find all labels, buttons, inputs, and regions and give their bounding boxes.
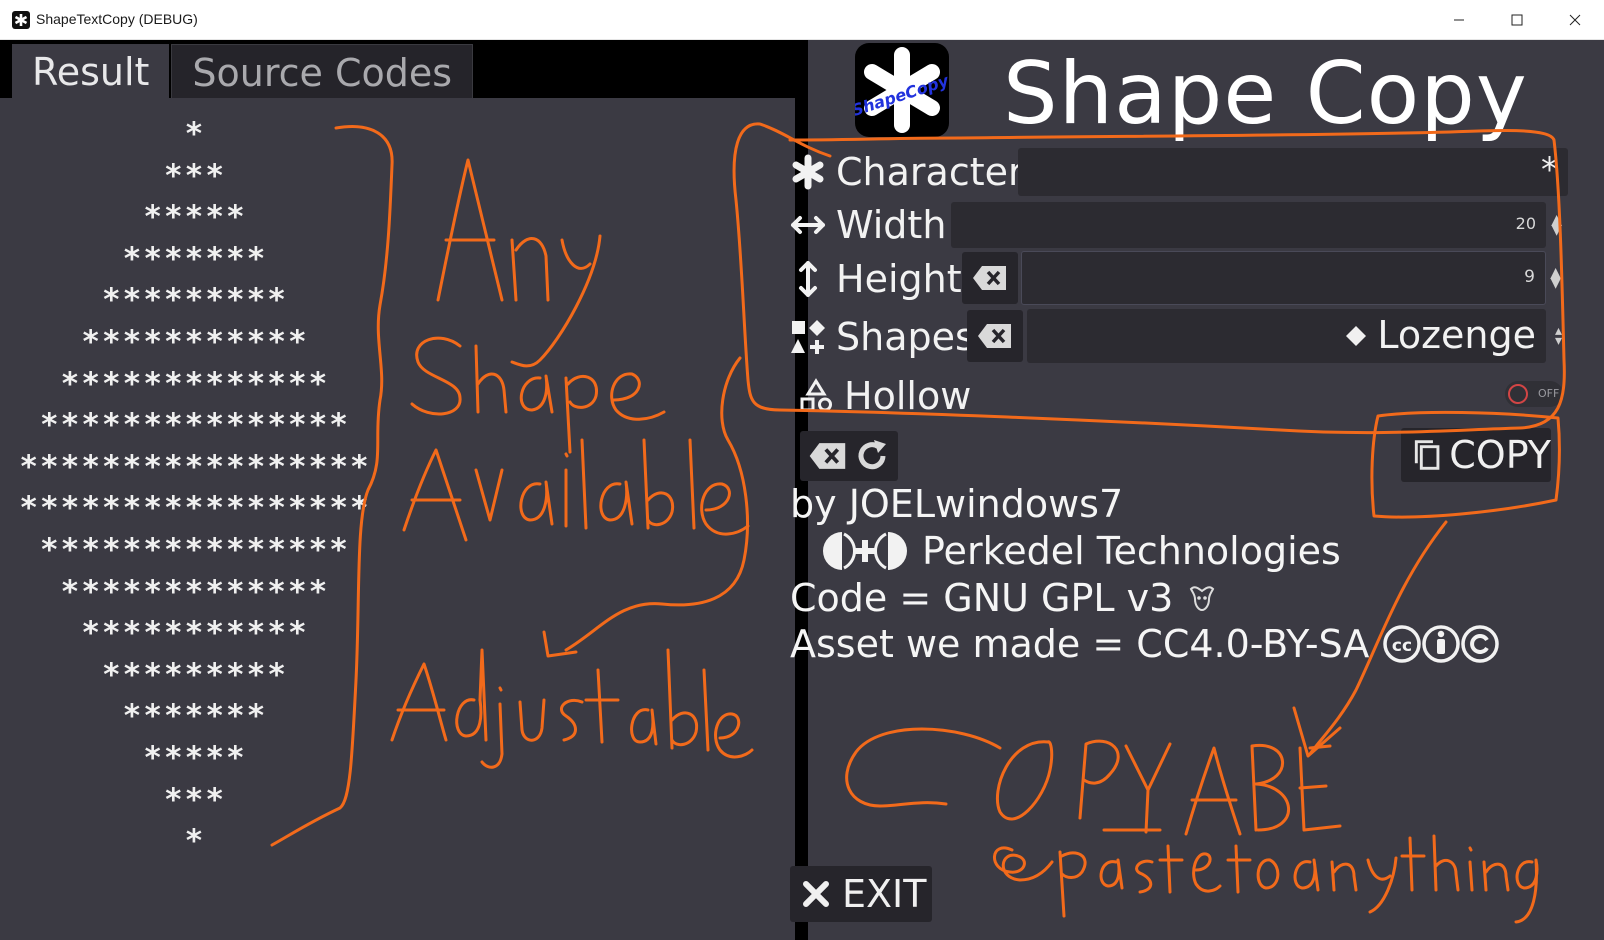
tab-bar: Result Source Codes — [12, 44, 474, 100]
height-value: 9 — [1524, 267, 1535, 287]
shapes-selected-value: Lozenge — [1377, 313, 1536, 357]
window-title: ShapeTextCopy (DEBUG) — [36, 11, 198, 27]
character-label: Character — [790, 150, 1024, 194]
height-label: Height — [790, 257, 962, 301]
height-arrows-icon — [799, 261, 817, 297]
hollow-label: Hollow — [798, 374, 971, 418]
exit-button[interactable]: EXIT — [790, 866, 932, 922]
shapes-label-text: Shapes — [836, 315, 975, 359]
dropdown-arrows-icon: ▴ ▾ — [1554, 323, 1562, 349]
exit-button-label: EXIT — [842, 872, 927, 916]
company-text: Perkedel Technologies — [922, 529, 1341, 573]
backspace-icon — [978, 324, 1011, 348]
asset-license-text: Asset we made = CC4.0-BY-SA — [790, 622, 1370, 666]
author-credit: by JOELwindows7 — [790, 482, 1123, 526]
refresh-icon — [858, 440, 886, 470]
minimize-button[interactable] — [1430, 0, 1488, 40]
copy-button[interactable]: COPY — [1401, 428, 1551, 482]
close-button[interactable] — [1546, 0, 1604, 40]
app-logo: ShapeCopy — [855, 43, 949, 137]
character-label-text: Character — [836, 150, 1024, 194]
code-license: Code = GNU GPL v3 — [790, 576, 1217, 620]
close-icon — [1569, 14, 1581, 26]
width-spinner-icon[interactable]: ▲ ▼ — [1551, 213, 1562, 237]
width-label: Width — [790, 203, 946, 247]
perkedel-logo-icon — [823, 532, 907, 570]
app-title: Shape Copy — [1003, 44, 1528, 144]
height-label-text: Height — [836, 257, 962, 301]
cc-by-sa-icons: cc — [1383, 625, 1500, 663]
height-spinbox[interactable]: 9 ▲ ▼ — [1021, 251, 1561, 305]
asterisk-icon — [792, 154, 824, 190]
svg-text:cc: cc — [1392, 636, 1412, 656]
tab-source-codes[interactable]: Source Codes — [171, 44, 474, 100]
company-credit: Perkedel Technologies — [822, 529, 1341, 573]
width-value: 20 — [1515, 214, 1536, 233]
hollow-label-text: Hollow — [844, 374, 972, 418]
shape-output-text[interactable]: * *** ***** ******* ********* **********… — [0, 114, 390, 863]
copy-button-label: COPY — [1449, 433, 1551, 477]
backspace-icon — [809, 443, 846, 469]
width-arrows-icon — [791, 216, 825, 234]
asset-license: Asset we made = CC4.0-BY-SA cc — [790, 622, 1501, 666]
author-text: by JOELwindows7 — [790, 482, 1124, 526]
shapes-dropdown[interactable]: Lozenge ▴ ▾ — [1027, 309, 1562, 363]
gnu-logo-icon — [1190, 586, 1215, 612]
toggle-knob — [1508, 384, 1528, 404]
tab-result[interactable]: Result — [12, 44, 170, 100]
control-panel: ShapeCopy Shape Copy Character * Width 2… — [790, 40, 1604, 940]
toggle-state: OFF — [1538, 387, 1560, 400]
hollow-toggle[interactable]: OFF — [1505, 381, 1563, 407]
width-spinbox[interactable]: 20 ▲ ▼ — [951, 202, 1562, 248]
hollow-shapes-icon — [800, 378, 832, 412]
title-bar: ShapeTextCopy (DEBUG) — [0, 0, 1604, 40]
minimize-icon — [1454, 19, 1464, 21]
code-license-text: Code = GNU GPL v3 — [790, 576, 1174, 620]
height-clear-button[interactable] — [962, 252, 1018, 304]
width-label-text: Width — [836, 203, 947, 247]
shapes-clear-button[interactable] — [967, 310, 1023, 362]
app-icon — [12, 11, 30, 29]
character-value: * — [1541, 150, 1558, 190]
maximize-button[interactable] — [1488, 0, 1546, 40]
lozenge-icon — [1345, 325, 1366, 346]
shapes-label: Shapes — [790, 315, 975, 359]
height-spinner-icon[interactable]: ▲ ▼ — [1550, 266, 1561, 290]
backspace-icon — [973, 266, 1006, 290]
character-input[interactable]: * — [1018, 148, 1568, 196]
close-x-icon — [803, 881, 829, 907]
copy-icon — [1414, 440, 1440, 470]
window-client: Result Source Codes * *** ***** ******* … — [0, 40, 1604, 940]
shapes-icon — [791, 320, 825, 354]
logo-asterisk-icon: ShapeCopy — [855, 47, 949, 133]
maximize-icon — [1511, 14, 1523, 26]
clear-reset-button[interactable] — [800, 431, 898, 481]
result-panel: * *** ***** ******* ********* **********… — [0, 98, 795, 940]
